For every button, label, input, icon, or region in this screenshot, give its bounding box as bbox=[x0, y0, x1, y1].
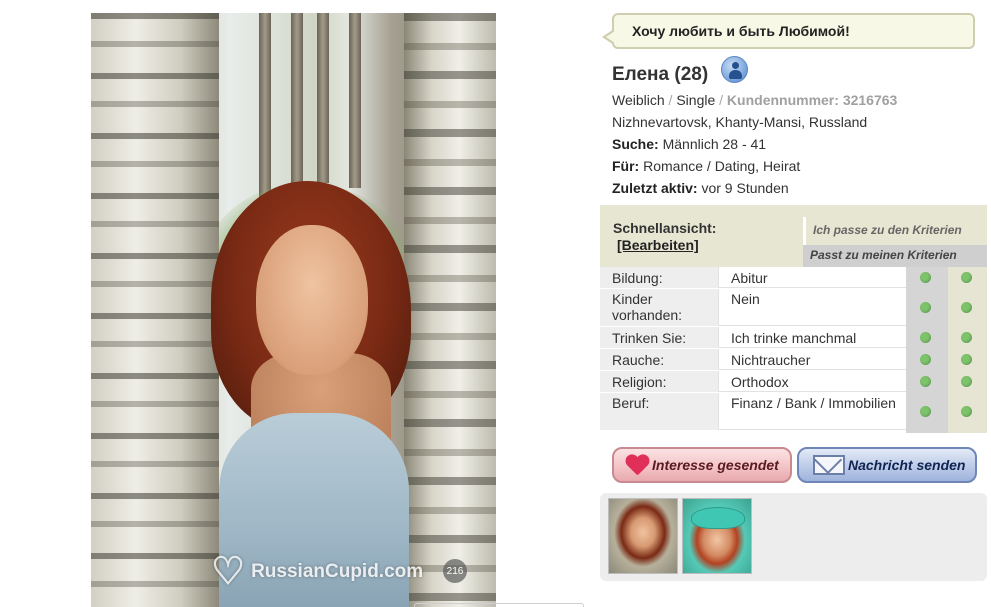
profile-name: Елена (28) bbox=[612, 64, 709, 85]
birch-trunk-left bbox=[91, 13, 219, 607]
separator: / bbox=[668, 92, 673, 108]
photo-watermark: ♡ RussianCupid.com bbox=[211, 553, 423, 591]
face bbox=[256, 225, 368, 375]
quick-view-key: Kinder vorhanden: bbox=[600, 289, 718, 326]
quick-view-key: Beruf: bbox=[600, 393, 718, 430]
background-tree bbox=[291, 13, 303, 193]
quick-view-value: Nein bbox=[718, 289, 906, 326]
match-dot-icon bbox=[920, 406, 931, 417]
quick-view-value: Orthodox bbox=[718, 371, 906, 392]
profile-photo[interactable]: ♡ RussianCupid.com 216 bbox=[91, 13, 496, 607]
quick-view-key: Rauche: bbox=[600, 349, 718, 370]
search-value: Männlich 28 - 41 bbox=[662, 136, 767, 152]
match-dot-icon bbox=[920, 332, 931, 343]
quick-view-panel: Schnellansicht: [Bearbeiten] Ich passe z… bbox=[600, 205, 987, 433]
watermark-text: RussianCupid.com bbox=[251, 561, 424, 582]
quick-view-value: Nichtraucher bbox=[718, 349, 906, 370]
match-dot-icon bbox=[920, 302, 931, 313]
quick-view-row: Trinken Sie: Ich trinke manchmal bbox=[600, 327, 906, 349]
search-label: Suche: bbox=[612, 136, 659, 152]
message-button-label: Nachricht senden bbox=[848, 457, 966, 473]
photo-thumbnails bbox=[600, 493, 987, 581]
quick-view-key: Religion: bbox=[600, 371, 718, 392]
last-active-value: vor 9 Stunden bbox=[701, 180, 789, 196]
quick-view-row: Rauche: Nichtraucher bbox=[600, 349, 906, 371]
quick-view-row: Bildung: Abitur bbox=[600, 267, 906, 289]
looking-for-value: Romance / Dating, Heirat bbox=[643, 158, 801, 174]
thumbnail-photo[interactable] bbox=[682, 498, 752, 574]
profile-basics: Weiblich / Single / Kundennummer: 321676… bbox=[612, 92, 897, 108]
quick-view-title: Schnellansicht: bbox=[613, 220, 717, 236]
looking-for-label: Für: bbox=[612, 158, 640, 174]
bottom-tab-edge bbox=[414, 603, 584, 607]
match-dot-icon bbox=[961, 332, 972, 343]
edit-link[interactable]: [Bearbeiten] bbox=[617, 237, 699, 253]
match-dot-icon bbox=[920, 354, 931, 365]
quick-view-value: Finanz / Bank / Immobilien bbox=[718, 393, 906, 430]
quick-view-value: Abitur bbox=[718, 267, 906, 288]
looking-for-line: Für: Romance / Dating, Heirat bbox=[612, 158, 800, 174]
quick-view-key: Trinken Sie: bbox=[600, 327, 718, 348]
envelope-icon bbox=[813, 455, 845, 475]
quick-view-row: Beruf: Finanz / Bank / Immobilien bbox=[600, 393, 906, 431]
birch-trunk-right bbox=[404, 13, 496, 607]
match-dot-icon bbox=[920, 272, 931, 283]
quick-view-key: Bildung: bbox=[600, 267, 718, 288]
criteria-matches-mine-header: Passt zu meinen Kriterien bbox=[803, 245, 987, 267]
background-tree bbox=[349, 13, 361, 188]
watermark-heart-icon: ♡ bbox=[211, 551, 246, 593]
female-user-icon bbox=[721, 56, 748, 83]
send-message-button[interactable]: Nachricht senden bbox=[797, 447, 977, 483]
member-id: 3216763 bbox=[842, 92, 898, 108]
match-dot-icon bbox=[961, 406, 972, 417]
quick-view-row: Kinder vorhanden: Nein bbox=[600, 289, 906, 327]
location: Nizhnevartovsk, Khanty-Mansi, Russland bbox=[612, 114, 868, 130]
quick-view-rows: Bildung: Abitur Kinder vorhanden: Nein Trink… bbox=[600, 267, 906, 431]
match-dot-icon bbox=[961, 354, 972, 365]
criteria-i-match-header: Ich passe zu den Kriterien bbox=[803, 217, 987, 245]
gender: Weiblich bbox=[612, 92, 665, 108]
match-dot-icon bbox=[920, 376, 931, 387]
interest-sent-button[interactable]: Interesse gesendet bbox=[612, 447, 792, 483]
last-active-line: Zuletzt aktiv: vor 9 Stunden bbox=[612, 180, 789, 196]
interest-button-label: Interesse gesendet bbox=[652, 457, 779, 473]
thumbnail-photo[interactable] bbox=[608, 498, 678, 574]
heart-icon bbox=[626, 454, 650, 476]
quick-view-value: Ich trinke manchmal bbox=[718, 327, 906, 348]
profile-headline: Хочу любить и быть Любимой! bbox=[602, 13, 975, 49]
match-dot-icon bbox=[961, 302, 972, 313]
match-dot-icon bbox=[961, 272, 972, 283]
match-dot-icon bbox=[961, 376, 972, 387]
member-id-label: Kundennummer: bbox=[726, 92, 839, 108]
photo-count-badge: 216 bbox=[443, 559, 467, 583]
relationship-status: Single bbox=[676, 92, 716, 108]
quick-view-row: Religion: Orthodox bbox=[600, 371, 906, 393]
separator: / bbox=[719, 92, 724, 108]
background-tree bbox=[317, 13, 329, 183]
last-active-label: Zuletzt aktiv: bbox=[612, 180, 698, 196]
search-line: Suche: Männlich 28 - 41 bbox=[612, 136, 766, 152]
background-tree bbox=[259, 13, 271, 213]
